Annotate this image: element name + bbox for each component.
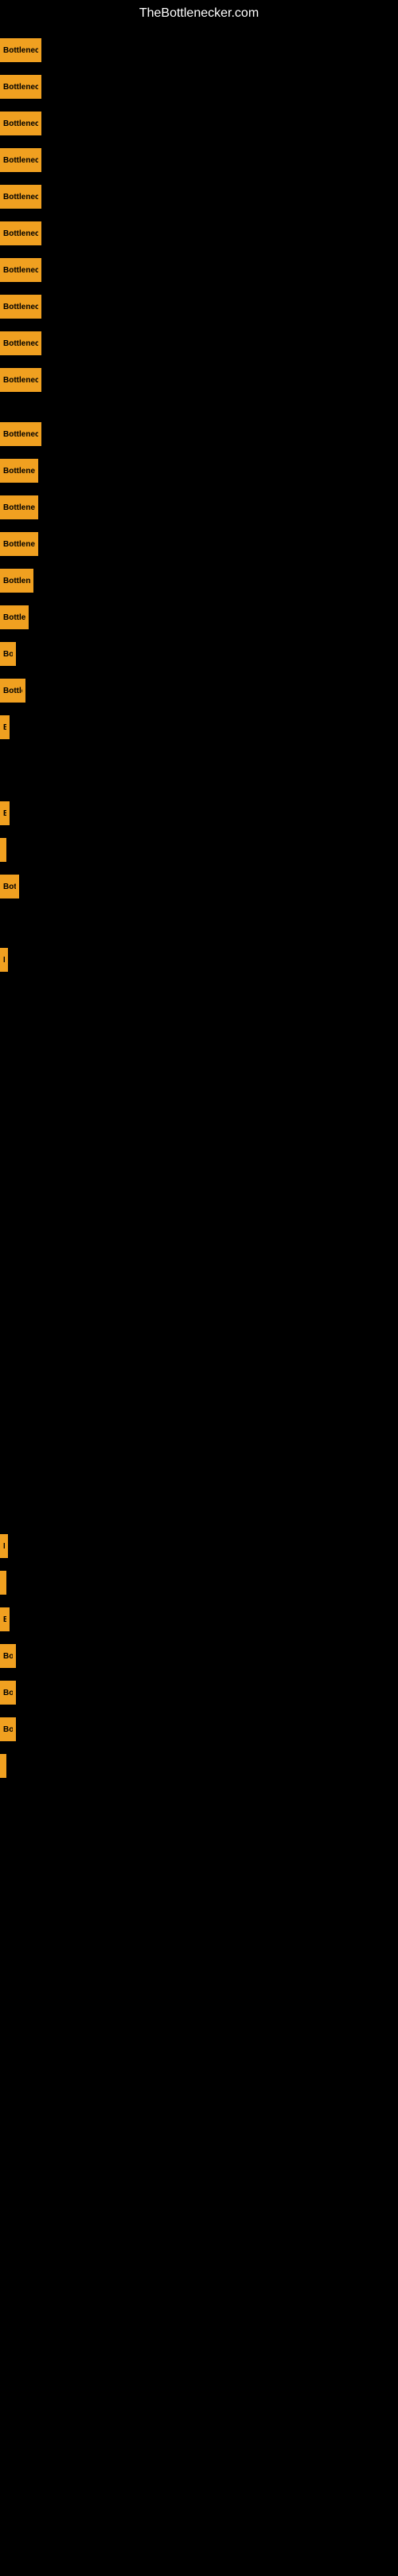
bar-item: Bottleneck re bbox=[0, 532, 38, 556]
bar-label: Bottleneck resu bbox=[3, 376, 38, 385]
bar-item: Bottleneck re bbox=[0, 495, 38, 519]
bar-item: B bbox=[0, 801, 10, 825]
page-wrapper: TheBottlenecker.com Bottleneck resuBottl… bbox=[0, 0, 398, 2576]
bar-item: Bottleneck resu bbox=[0, 75, 41, 99]
bar-item: Bottler bbox=[0, 679, 25, 703]
bar-item: | bbox=[0, 1754, 6, 1778]
site-title: TheBottlenecker.com bbox=[0, 0, 398, 27]
bar-item: Bottleneck resu bbox=[0, 221, 41, 245]
bar-item: Bottleneck resu bbox=[0, 258, 41, 282]
bar-item: Bottleneck resu bbox=[0, 112, 41, 135]
bar-label: Bottleneck resu bbox=[3, 303, 38, 311]
bar-label: Bottleneck resu bbox=[3, 83, 38, 92]
bar-item: B bbox=[0, 1607, 10, 1631]
bar-label: Bottleneck resu bbox=[3, 229, 38, 238]
bar-label: Bo bbox=[3, 1725, 13, 1734]
bar-label: Bo bbox=[3, 650, 13, 659]
bar-item: Bottleneck re bbox=[0, 459, 38, 483]
bar-label: Bottleneck re bbox=[3, 540, 35, 549]
bar-item: Bo bbox=[0, 1644, 16, 1668]
bar-label: Bottleneck resu bbox=[3, 156, 38, 165]
bar-item: Bottleneck resu bbox=[0, 331, 41, 355]
bar-item: Bottleneck rest bbox=[0, 422, 41, 446]
bar-label: Bottleneck resu bbox=[3, 119, 38, 128]
bar-label: Bottleneck resu bbox=[3, 339, 38, 348]
bar-item: E bbox=[0, 1534, 8, 1558]
bar-item: Bott bbox=[0, 875, 19, 898]
bar-label: B bbox=[3, 723, 6, 732]
bar-item: Bo bbox=[0, 1681, 16, 1705]
bar-label: Bottleneck r bbox=[3, 577, 30, 585]
bar-item: Bottleneck resu bbox=[0, 295, 41, 319]
bar-label: Bottleneck rest bbox=[3, 430, 38, 439]
bar-label: E bbox=[3, 956, 5, 965]
bar-item: | bbox=[0, 1571, 6, 1595]
bar-item: Bottleneck resu bbox=[0, 368, 41, 392]
bar-item: Bottleneck resu bbox=[0, 38, 41, 62]
bar-label: Bo bbox=[3, 1689, 13, 1697]
bar-label: Bottleneck re bbox=[3, 467, 35, 476]
bar-label: Bott bbox=[3, 883, 16, 891]
bar-label: Bottleneck resu bbox=[3, 46, 38, 55]
bar-label: Bottleneck re bbox=[3, 503, 35, 512]
bar-item: B bbox=[0, 715, 10, 739]
bar-item: Bo bbox=[0, 1717, 16, 1741]
bar-item: | bbox=[0, 838, 6, 862]
bar-item: Bottlene bbox=[0, 605, 29, 629]
bar-item: Bottleneck resu bbox=[0, 185, 41, 209]
bar-label: Bottleneck resu bbox=[3, 266, 38, 275]
bars-container: Bottleneck resu Bottleneck resu Bottleneck… bbox=[0, 27, 398, 2576]
bar-item: Bo bbox=[0, 642, 16, 666]
bar-label: Bottleneck resu bbox=[3, 193, 38, 202]
bar-item: E bbox=[0, 948, 8, 972]
bar-label: B bbox=[3, 809, 6, 818]
bar-label: Bo bbox=[3, 1652, 13, 1661]
bar-item: Bottleneck resu bbox=[0, 148, 41, 172]
bar-label: E bbox=[3, 1542, 5, 1551]
bar-label: B bbox=[3, 1615, 6, 1624]
bar-label: Bottler bbox=[3, 687, 22, 695]
bar-item: Bottleneck r bbox=[0, 569, 33, 593]
bar-label: Bottlene bbox=[3, 613, 25, 622]
